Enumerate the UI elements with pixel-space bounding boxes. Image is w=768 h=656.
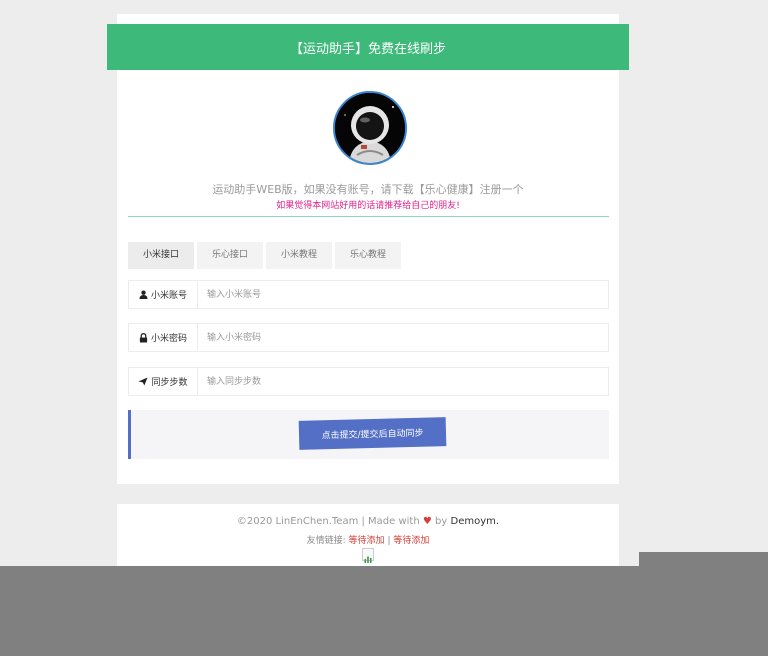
tab-lexin-tutorial[interactable]: 乐心教程 xyxy=(335,242,401,269)
heart-icon: ♥ xyxy=(422,516,432,527)
submit-area: 点击提交/提交后自动同步 xyxy=(128,410,609,459)
tab-bar: 小米接口 乐心接口 小米教程 乐心教程 xyxy=(128,242,404,269)
stats-icon[interactable] xyxy=(362,548,374,563)
steps-row: 同步步数 xyxy=(128,367,609,396)
intro-subtitle: 运动助手WEB版，如果没有账号，请下载【乐心健康】注册一个 xyxy=(212,183,524,196)
recommend-notice: 如果觉得本网站好用的话请推荐给自己的朋友! xyxy=(276,201,460,211)
password-input[interactable] xyxy=(198,324,608,351)
copyright: ©2020 LinEnChen.Team | Made with ♥ by De… xyxy=(236,516,500,527)
friend-link-2[interactable]: 等待添加 xyxy=(393,536,429,546)
friend-links: 友情链接: 等待添加 | 等待添加 xyxy=(306,536,430,546)
account-input[interactable] xyxy=(198,281,608,308)
page-title: 【运动助手】免费在线刷步 xyxy=(289,41,446,57)
tab-lexin-api[interactable]: 乐心接口 xyxy=(197,242,263,269)
author-name: Demoym xyxy=(450,516,496,527)
divider xyxy=(128,216,609,217)
tab-xiaomi-tutorial[interactable]: 小米教程 xyxy=(266,242,332,269)
account-row: 小米账号 xyxy=(128,280,609,309)
account-label: 小米账号 xyxy=(129,281,198,308)
header-banner: 【运动助手】免费在线刷步 xyxy=(107,24,629,70)
password-row: 小米密码 xyxy=(128,323,609,352)
gray-overlay-bottom xyxy=(0,566,768,656)
steps-label: 同步步数 xyxy=(129,368,198,395)
avatar xyxy=(333,91,407,165)
password-label: 小米密码 xyxy=(129,324,198,351)
steps-input[interactable] xyxy=(198,368,608,395)
user-icon xyxy=(139,290,148,299)
friend-link-1[interactable]: 等待添加 xyxy=(349,536,385,546)
submit-button[interactable]: 点击提交/提交后自动同步 xyxy=(298,417,447,450)
lock-icon xyxy=(139,332,148,342)
astronaut-image xyxy=(335,93,405,163)
tab-xiaomi-api[interactable]: 小米接口 xyxy=(128,242,194,269)
send-icon xyxy=(138,377,148,386)
